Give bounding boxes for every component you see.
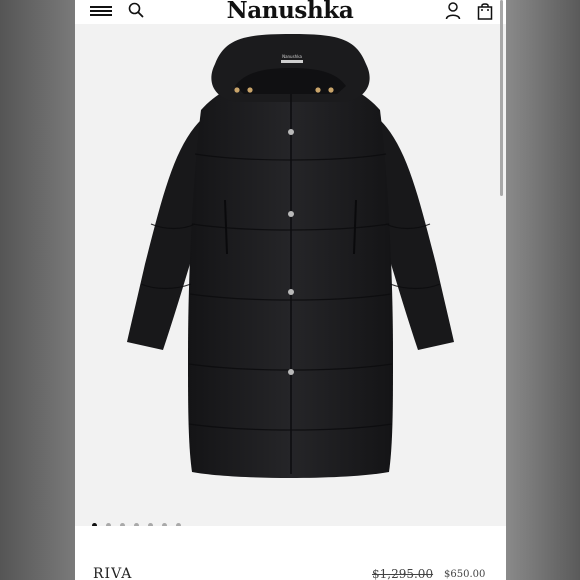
shopping-bag-icon[interactable]: [477, 2, 493, 20]
coat-label: [281, 60, 303, 63]
product-image[interactable]: Nanushka: [75, 24, 506, 528]
original-price: $1,295.00: [372, 567, 434, 580]
brand-logo[interactable]: Nanushka: [225, 0, 355, 24]
right-backdrop: [506, 0, 580, 580]
product-info: RIVA $1,295.00 $650.00: [75, 526, 506, 580]
coat-illustration: Nanushka: [127, 34, 454, 478]
sale-price: $650.00: [444, 569, 486, 580]
page-scrollbar[interactable]: [500, 0, 503, 196]
coat-label-text: Nanushka: [282, 54, 302, 59]
menu-icon[interactable]: [90, 4, 114, 18]
search-icon[interactable]: [128, 2, 144, 18]
phone-screen: Nanushka Nanushka RIVA $1,295.00 $650.00: [75, 0, 506, 580]
account-icon[interactable]: [445, 2, 461, 20]
product-name: RIVA: [93, 566, 133, 580]
site-header: Nanushka: [75, 0, 506, 24]
left-backdrop: [0, 0, 75, 580]
